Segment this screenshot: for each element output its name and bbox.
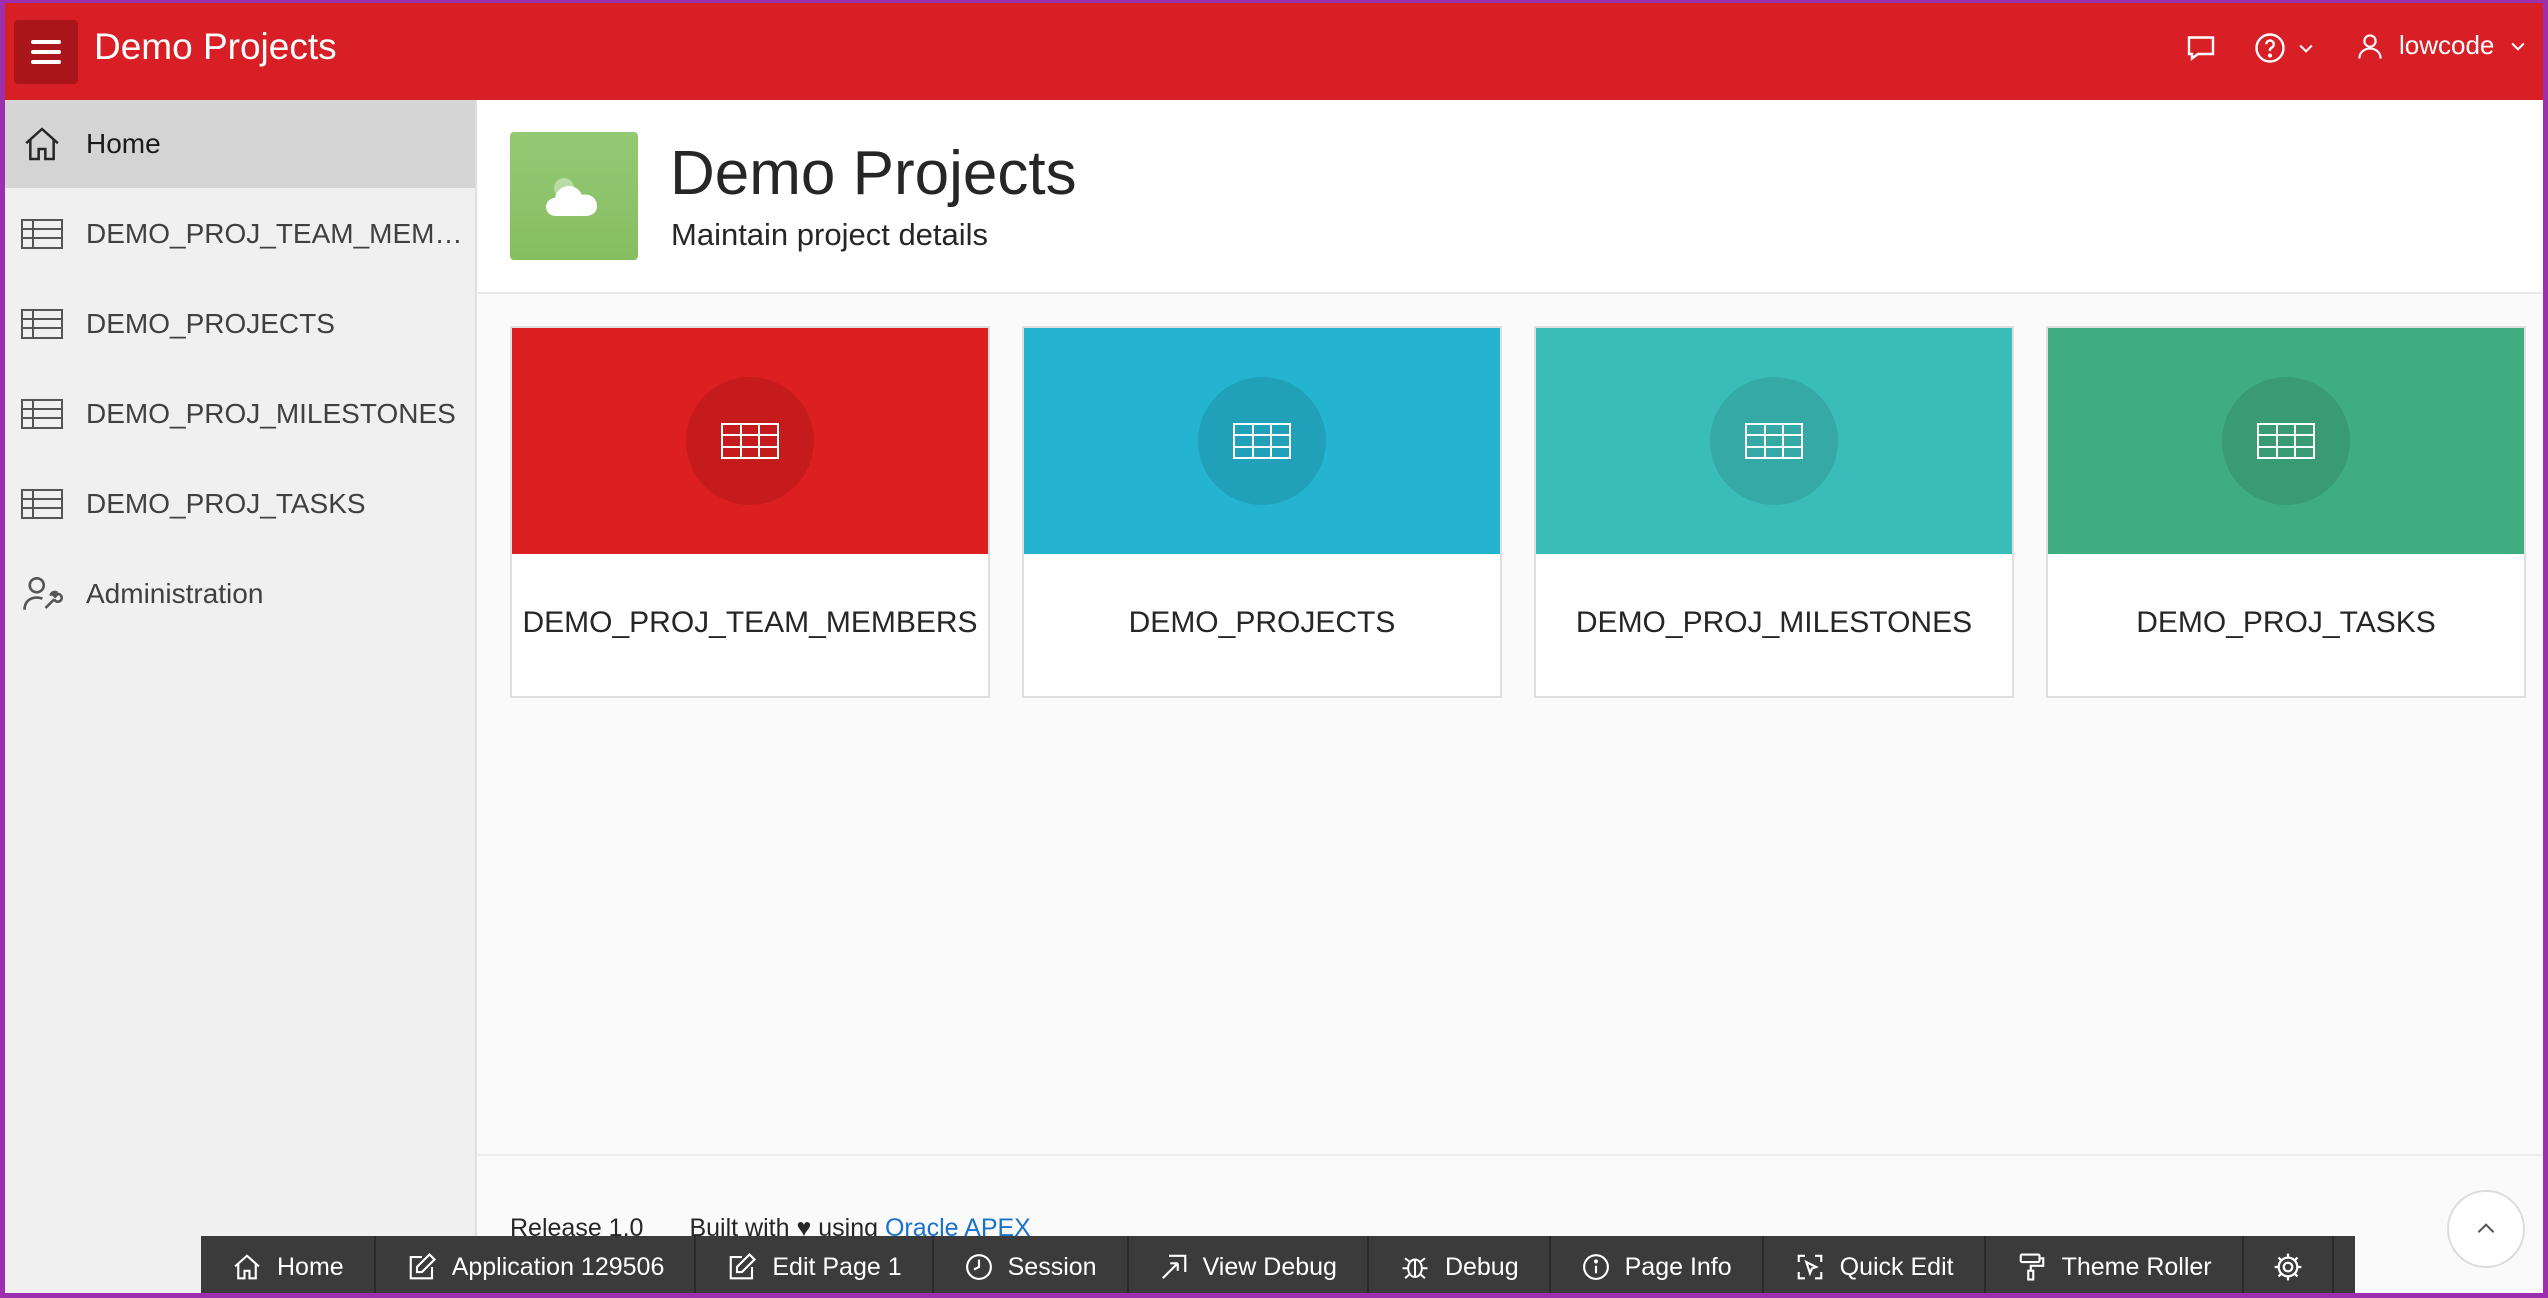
devbar-view-debug-button[interactable]: View Debug (1129, 1236, 1369, 1298)
edit-icon (409, 1252, 436, 1280)
footer-divider (478, 1154, 2543, 1156)
page-title: Demo Projects (670, 139, 1077, 208)
devbar-theme-roller-button[interactable]: Theme Roller (1986, 1236, 2244, 1298)
sidebar-item-home[interactable]: Home (0, 100, 475, 188)
sidebar-item-milestones[interactable]: DEMO_PROJ_MILESTONES (0, 370, 475, 458)
sidebar-item-projects[interactable]: DEMO_PROJECTS (0, 280, 475, 368)
card-header (1024, 328, 1500, 554)
table-icon (1710, 377, 1838, 505)
sidebar-item-tasks[interactable]: DEMO_PROJ_TASKS (0, 460, 475, 548)
view-debug-icon (1161, 1254, 1186, 1280)
table-icon (20, 214, 64, 254)
devbar-quick-edit-button[interactable]: Quick Edit (1764, 1236, 1986, 1298)
card-tasks[interactable]: DEMO_PROJ_TASKS (2046, 326, 2526, 698)
table-icon (20, 484, 64, 524)
home-icon (234, 1254, 260, 1280)
user-wrench-icon (20, 574, 64, 614)
chevron-down-icon (2299, 44, 2313, 53)
page-header-region: Demo Projects Maintain project details (478, 100, 2543, 294)
paint-roller-icon (2019, 1253, 2044, 1281)
card-header (1536, 328, 2012, 554)
chevron-down-icon (2511, 42, 2525, 51)
help-menu[interactable] (2252, 30, 2316, 66)
developer-toolbar: Home Application 129506 Edit Page 1 Sess… (201, 1236, 2355, 1298)
sidebar-item-team-members[interactable]: DEMO_PROJ_TEAM_MEMBE... (0, 190, 475, 278)
top-navigation-bar: Demo Projects lowcode (0, 0, 2548, 100)
devbar-settings-button[interactable] (2244, 1236, 2334, 1298)
quick-edit-icon (1797, 1254, 1822, 1280)
devbar-page-info-button[interactable]: Page Info (1551, 1236, 1764, 1298)
devbar-edit-page-button[interactable]: Edit Page 1 (696, 1236, 934, 1298)
username-label: lowcode (2399, 30, 2495, 60)
home-icon (20, 124, 64, 164)
info-icon (1582, 1254, 1609, 1280)
app-title[interactable]: Demo Projects (94, 26, 337, 68)
chat-icon[interactable] (2183, 30, 2219, 71)
devbar-session-button[interactable]: Session (934, 1236, 1129, 1298)
sidebar-item-label: DEMO_PROJ_TEAM_MEMBE... (86, 218, 471, 249)
help-icon (2255, 33, 2285, 63)
chevron-up-icon (2477, 1223, 2495, 1233)
devbar-home-button[interactable]: Home (201, 1236, 376, 1298)
user-icon (2358, 33, 2382, 59)
card-projects[interactable]: DEMO_PROJECTS (1022, 326, 1502, 698)
table-icon (20, 394, 64, 434)
card-header (2048, 328, 2524, 554)
table-icon (2222, 377, 2350, 505)
gear-icon (2274, 1253, 2301, 1281)
scroll-to-top-button[interactable] (2447, 1190, 2525, 1268)
table-icon (20, 304, 64, 344)
sidebar-navigation: Home DEMO_PROJ_TEAM_MEMBE... DEMO_PROJEC… (0, 100, 477, 1298)
page-subtitle: Maintain project details (671, 217, 989, 252)
clock-icon (965, 1254, 992, 1280)
edit-icon (730, 1252, 757, 1280)
card-header (512, 328, 988, 554)
sidebar-item-label: DEMO_PROJ_TASKS (86, 488, 366, 519)
card-team-members[interactable]: DEMO_PROJ_TEAM_MEMBERS (510, 326, 990, 698)
menu-toggle-button[interactable] (14, 20, 78, 84)
sidebar-item-administration[interactable]: Administration (0, 550, 475, 638)
sidebar-item-label: DEMO_PROJ_MILESTONES (86, 398, 456, 429)
bug-icon (1402, 1257, 1428, 1280)
card-title: DEMO_PROJECTS (1128, 606, 1396, 639)
devbar-debug-button[interactable]: Debug (1369, 1236, 1551, 1298)
cloud-icon (510, 132, 638, 260)
card-title: DEMO_PROJ_MILESTONES (1575, 606, 1973, 639)
table-icon (1198, 377, 1326, 505)
sidebar-item-label: DEMO_PROJECTS (86, 308, 335, 339)
table-icon (686, 377, 814, 505)
card-milestones[interactable]: DEMO_PROJ_MILESTONES (1534, 326, 2014, 698)
devbar-application-button[interactable]: Application 129506 (376, 1236, 697, 1298)
user-menu[interactable]: lowcode (2355, 30, 2528, 61)
card-title: DEMO_PROJ_TEAM_MEMBERS (522, 606, 978, 639)
sidebar-item-label: Administration (86, 578, 264, 609)
card-title: DEMO_PROJ_TASKS (2136, 606, 2436, 639)
sidebar-item-label: Home (86, 128, 161, 159)
